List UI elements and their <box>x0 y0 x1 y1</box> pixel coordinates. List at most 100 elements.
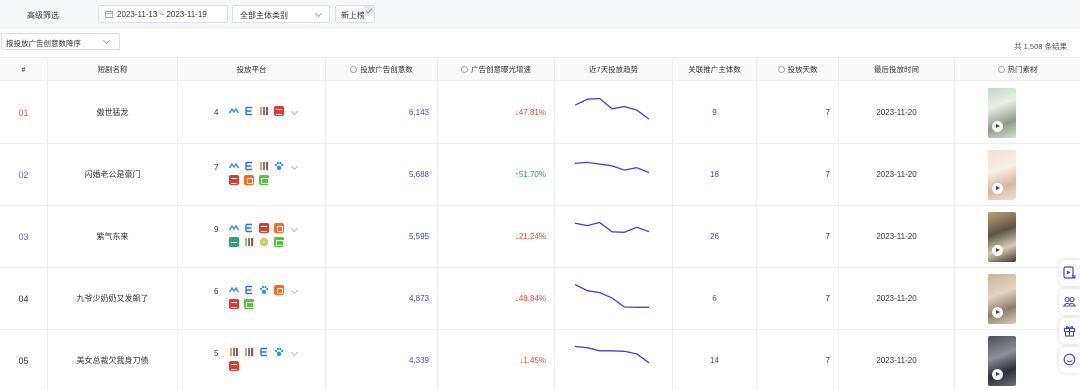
drama-name[interactable]: 美女总裁欠我身刀债 <box>48 330 177 390</box>
e-icon <box>259 347 269 357</box>
subject-type-select[interactable]: 全部主体类别 <box>232 5 330 23</box>
chevron-down-icon[interactable] <box>290 224 299 233</box>
orange-icon <box>274 285 284 295</box>
chat-tool[interactable] <box>1059 347 1080 373</box>
platform-icons <box>229 223 289 251</box>
col-growth[interactable]: 广告创意曝光增速 <box>438 58 555 82</box>
material-thumbnail[interactable] <box>988 88 1016 138</box>
sort-select[interactable]: 按投放广告创意数降序 <box>1 33 120 50</box>
growth-value: 51.70% <box>518 170 546 179</box>
teal-icon <box>229 237 239 247</box>
bars-icon <box>229 347 239 357</box>
chevron-down-icon[interactable] <box>290 107 299 116</box>
play-icon[interactable] <box>992 245 1003 256</box>
trend-line <box>574 345 650 364</box>
table-row[interactable]: 04 九爷少奶奶又发飙了 6 4,873 ↓48.84% 6 7 2023-11-20 <box>0 268 1080 330</box>
table-row[interactable]: 05 美女总裁欠我身刀债 5 4,339 ↓1.45% 14 7 2023-11-20 <box>0 330 1080 390</box>
table-row[interactable]: 02 闪婚老公是豪门 7 5,688 ↑51.70% 18 7 2023-11-20 <box>0 144 1080 206</box>
bars-icon <box>244 237 254 247</box>
advertiser-count[interactable]: 9 <box>673 82 756 144</box>
col-rank: # <box>0 58 48 82</box>
material-thumbnail[interactable] <box>988 274 1016 324</box>
trend-sparkline <box>574 283 649 308</box>
ad-count[interactable]: 4,339 <box>409 330 429 390</box>
chat-icon <box>1063 353 1076 366</box>
rank-number: 05 <box>18 356 29 366</box>
material-thumbnail[interactable] <box>988 150 1016 200</box>
platform-icons <box>229 161 289 189</box>
e-icon <box>244 106 254 116</box>
new-listing-label: 新上榜 <box>341 11 365 20</box>
drama-name[interactable]: 傲世猛龙 <box>48 82 177 144</box>
growth-rate: ↓1.45% <box>519 330 546 390</box>
trend-sparkline <box>574 345 650 364</box>
drama-name[interactable]: 九爷少奶奶又发飙了 <box>48 268 177 330</box>
bars-icon <box>244 347 254 357</box>
e-icon <box>244 223 254 233</box>
info-icon <box>350 66 358 73</box>
green-icon <box>244 299 254 309</box>
platform-count: 4 <box>214 108 219 117</box>
ad-count[interactable]: 4,873 <box>409 268 429 330</box>
table-row[interactable]: 01 傲世猛龙 4 6,143 ↓47.81% 9 7 2023-11-20 <box>0 82 1080 144</box>
drama-name[interactable]: 闪婚老公是豪门 <box>48 144 177 206</box>
chevron-down-icon <box>314 9 323 18</box>
ad-count[interactable]: 6,143 <box>409 82 429 144</box>
paw-icon <box>274 161 284 171</box>
table-row[interactable]: 03 紫气东来 9 5,595 ↓21.24% 26 7 2023-11-20 <box>0 206 1080 268</box>
trend-line <box>574 161 650 174</box>
col-trend: 近7天投放趋势 <box>555 58 673 82</box>
play-icon[interactable] <box>992 121 1003 132</box>
last-delivery-date: 2023-11-20 <box>876 170 917 179</box>
material-thumbnail[interactable] <box>988 212 1016 262</box>
material-thumbnail[interactable] <box>988 336 1016 386</box>
chevron-down-icon[interactable] <box>290 162 299 171</box>
drama-name[interactable]: 紫气东来 <box>48 206 177 268</box>
play-icon[interactable] <box>992 307 1003 318</box>
ad-count[interactable]: 5,595 <box>409 206 429 268</box>
e-icon <box>244 161 254 171</box>
advertiser-count[interactable]: 6 <box>673 268 756 330</box>
growth-rate: ↓48.84% <box>515 268 546 330</box>
filter-corner-icon <box>364 6 374 16</box>
growth-value: 21.24% <box>518 232 546 241</box>
col-last-date[interactable]: 最后投放时间 <box>839 58 955 82</box>
play-icon[interactable] <box>992 369 1003 380</box>
video-export-tool[interactable] <box>1059 260 1080 286</box>
col-material-label: 热门素材 <box>1007 65 1038 74</box>
wave-icon <box>229 106 239 116</box>
date-range-picker[interactable]: 2023-11-13 ~ 2023-11-19 <box>98 5 228 23</box>
growth-rate: ↑51.70% <box>515 144 546 206</box>
group-tool[interactable] <box>1059 289 1080 315</box>
col-growth-label: 广告创意曝光增速 <box>471 65 531 74</box>
col-days-label: 投放天数 <box>787 65 818 74</box>
orange-icon <box>274 223 284 233</box>
advertiser-count[interactable]: 26 <box>673 206 756 268</box>
advertiser-count[interactable]: 14 <box>673 330 756 390</box>
chevron-down-icon[interactable] <box>290 348 299 357</box>
info-icon <box>461 66 468 73</box>
gift-tool[interactable] <box>1059 318 1080 344</box>
platform-icons <box>229 285 289 313</box>
flower-icon <box>259 237 269 247</box>
calendar-icon <box>105 10 113 18</box>
date-range-value: 2023-11-13 ~ 2023-11-19 <box>117 10 207 19</box>
col-advertisers[interactable]: 关联推广主体数 <box>673 58 757 82</box>
advertiser-count[interactable]: 18 <box>673 144 756 206</box>
table-header: # 短剧名称 投放平台 投放广告创意数 广告创意曝光增速 近7天投放趋势 关联推… <box>0 57 1080 82</box>
new-listing-toggle[interactable]: 新上榜 <box>335 5 375 23</box>
col-ad-count[interactable]: 投放广告创意数 <box>326 58 438 82</box>
trend-line <box>574 221 650 233</box>
red-icon <box>259 223 269 233</box>
rank-number: 03 <box>18 232 29 242</box>
col-platform: 投放平台 <box>178 58 326 82</box>
green-icon <box>274 237 284 247</box>
chevron-down-icon[interactable] <box>290 286 299 295</box>
col-days[interactable]: 投放天数 <box>757 58 839 82</box>
wave-icon <box>229 285 239 295</box>
play-icon[interactable] <box>992 183 1003 194</box>
last-delivery-date: 2023-11-20 <box>876 232 917 241</box>
ad-count[interactable]: 5,688 <box>409 144 429 206</box>
platform-count: 6 <box>214 287 219 296</box>
delivery-days: 7 <box>825 232 830 241</box>
